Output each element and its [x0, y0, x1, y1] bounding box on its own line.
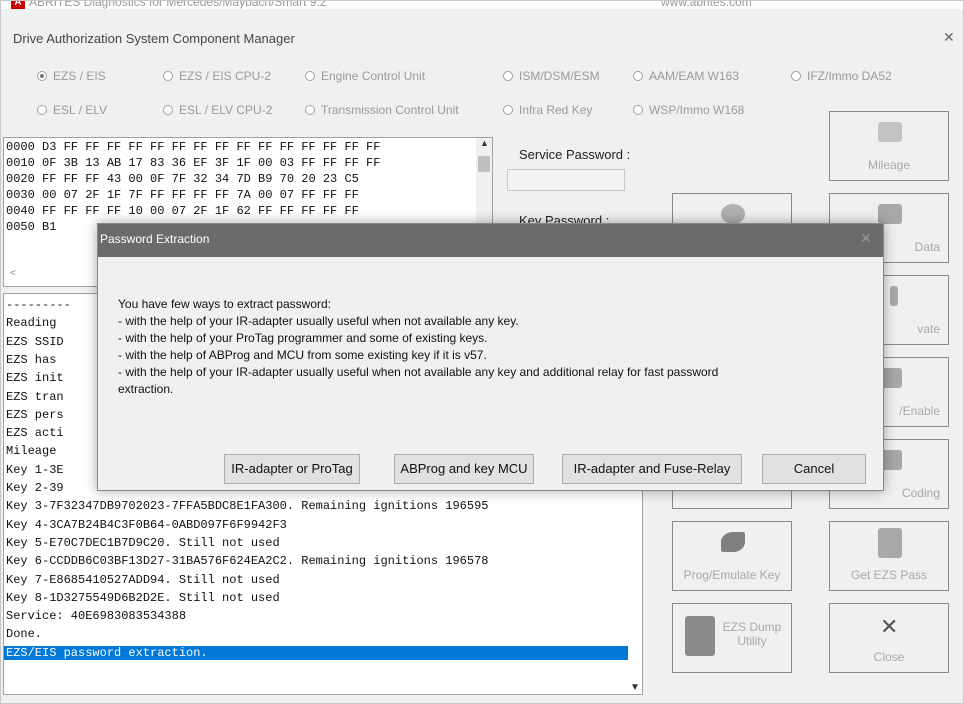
radio-dot-icon — [163, 105, 173, 115]
log-line[interactable]: EZS SSID — [6, 335, 64, 349]
gear-icon — [721, 204, 745, 224]
radio-ifz-immo-da52[interactable]: IFZ/Immo DA52 — [791, 69, 892, 83]
hex-line: 0030 00 07 2F 1F 7F FF FF FF FF 7A 00 07… — [6, 188, 359, 202]
pen-icon — [890, 286, 898, 306]
dialog-message-line: You have few ways to extract password: — [118, 297, 331, 311]
log-line[interactable]: Service: 40E6983083534388 — [6, 609, 186, 623]
ir-adapter-or-protag-button[interactable]: IR-adapter or ProTag — [224, 454, 360, 484]
log-line[interactable]: Key 3-7F32347DB9702023-7FFA5BDC8E1FA300.… — [6, 499, 488, 513]
radio-engine-control-unit[interactable]: Engine Control Unit — [305, 69, 425, 83]
log-line[interactable]: Key 4-3CA7B24B4C3F0B64-0ABD097F6F9942F3 — [6, 518, 287, 532]
log-line[interactable]: EZS pers — [6, 408, 64, 422]
scroll-left-arrow-icon[interactable]: < — [10, 268, 16, 279]
log-line[interactable]: EZS acti — [6, 426, 64, 440]
log-line[interactable]: Key 2-39 — [6, 481, 64, 495]
log-line[interactable]: EZS init — [6, 371, 64, 385]
radio-ezs-eis[interactable]: EZS / EIS — [37, 69, 106, 83]
mileage-icon — [878, 122, 902, 142]
hex-line: 0040 FF FF FF FF 10 00 07 2F 1F 62 FF FF… — [6, 204, 359, 218]
log-line[interactable]: Key 5-E70C7DEC1B7D9C20. Still not used — [6, 536, 280, 550]
log-line[interactable]: Done. — [6, 627, 42, 641]
radio-dot-icon — [37, 71, 47, 81]
radio-dot-icon — [503, 105, 513, 115]
log-line[interactable]: Key 8-1D3275549D6B2D2E. Still not used — [6, 591, 280, 605]
log-line-selected[interactable]: EZS/EIS password extraction. — [4, 645, 628, 660]
close-icon[interactable]: ✕ — [943, 29, 955, 46]
cancel-button[interactable]: Cancel — [762, 454, 866, 484]
radio-dot-icon — [305, 105, 315, 115]
dialog-message-line: - with the help of ABProg and MCU from s… — [118, 348, 487, 362]
hex-line: 0010 0F 3B 13 AB 17 83 36 EF 3F 1F 00 03… — [6, 156, 381, 170]
scroll-up-arrow-icon[interactable]: ▲ — [480, 138, 489, 148]
close-x-icon: ✕ — [880, 614, 899, 639]
radio-esl-elv-cpu2[interactable]: ESL / ELV CPU-2 — [163, 103, 272, 117]
radio-ism-dsm-esm[interactable]: ISM/DSM/ESM — [503, 69, 600, 83]
hex-line: 0000 D3 FF FF FF FF FF FF FF FF FF FF FF… — [6, 140, 381, 154]
ir-adapter-and-fuse-relay-button[interactable]: IR-adapter and Fuse-Relay — [562, 454, 742, 484]
close-icon[interactable]: ✕ — [860, 230, 872, 247]
dialog-message-line: - with the help of your ProTag programme… — [118, 331, 488, 345]
chip-icon — [878, 204, 902, 224]
key-icon — [721, 532, 745, 552]
dump-chip-icon — [685, 616, 715, 656]
app-title: ABRITES Diagnostics for Mercedes/Maybach… — [29, 1, 327, 9]
log-line[interactable]: Mileage — [6, 444, 56, 458]
radio-transmission-control-unit[interactable]: Transmission Control Unit — [305, 103, 459, 117]
radio-esl-elv[interactable]: ESL / ELV — [37, 103, 107, 117]
password-extraction-dialog: Password Extraction ✕ You have few ways … — [97, 223, 884, 491]
dialog-message-line: extraction. — [118, 382, 174, 396]
scroll-down-arrow-icon[interactable]: ▼ — [630, 682, 640, 693]
dialog-message: You have few ways to extract password: -… — [118, 296, 868, 398]
app-window: A ABRITES Diagnostics for Mercedes/Mayba… — [0, 0, 964, 704]
log-line[interactable]: Key 1-3E — [6, 463, 64, 477]
radio-wsp-immo-w168[interactable]: WSP/Immo W168 — [633, 103, 744, 117]
hex-line: 0020 FF FF FF 43 00 0F 7F 32 34 7D B9 70… — [6, 172, 359, 186]
radio-dot-icon — [37, 105, 47, 115]
scroll-thumb[interactable] — [478, 156, 490, 172]
radio-dot-icon — [633, 105, 643, 115]
close-button[interactable]: ✕ Close — [829, 603, 949, 673]
log-line[interactable]: --------- — [6, 298, 71, 312]
app-titlebar: A ABRITES Diagnostics for Mercedes/Mayba… — [1, 1, 963, 9]
radio-dot-icon — [633, 71, 643, 81]
prog-emulate-key-button[interactable]: Prog/Emulate Key — [672, 521, 792, 591]
radio-dot-icon — [305, 71, 315, 81]
ezs-dump-utility-button[interactable]: EZS Dump Utility — [672, 603, 792, 673]
radio-ezs-eis-cpu2[interactable]: EZS / EIS CPU-2 — [163, 69, 271, 83]
dialog-title: Drive Authorization System Component Man… — [13, 31, 295, 46]
log-line[interactable]: Key 6-CCDDB6C03BF13D27-31BA576F624EA2C2.… — [6, 554, 488, 568]
ezs-module-icon — [878, 528, 902, 558]
log-line[interactable]: Key 7-E8685410527ADD94. Still not used — [6, 573, 280, 587]
abprog-and-key-mcu-button[interactable]: ABProg and key MCU — [394, 454, 534, 484]
dialog-message-line: - with the help of your IR-adapter usual… — [118, 365, 719, 379]
dialog-message-line: - with the help of your IR-adapter usual… — [118, 314, 519, 328]
radio-dot-icon — [163, 71, 173, 81]
get-ezs-pass-button[interactable]: Get EZS Pass — [829, 521, 949, 591]
log-line[interactable]: EZS has — [6, 353, 56, 367]
radio-aam-eam-w163[interactable]: AAM/EAM W163 — [633, 69, 739, 83]
radio-dot-icon — [791, 71, 801, 81]
service-password-label: Service Password : — [519, 147, 631, 162]
log-line[interactable]: EZS tran — [6, 390, 64, 404]
service-password-field[interactable] — [507, 169, 625, 191]
app-url: www.abrites.com — [661, 1, 752, 9]
dialog-title: Password Extraction — [100, 232, 210, 246]
log-line[interactable]: Reading — [6, 316, 56, 330]
radio-dot-icon — [503, 71, 513, 81]
radio-infra-red-key[interactable]: Infra Red Key — [503, 103, 592, 117]
abrites-logo-icon: A — [11, 1, 25, 9]
dialog-titlebar: Password Extraction ✕ — [98, 224, 883, 257]
mileage-button[interactable]: Mileage — [829, 111, 949, 181]
hex-line: 0050 B1 — [6, 220, 57, 234]
